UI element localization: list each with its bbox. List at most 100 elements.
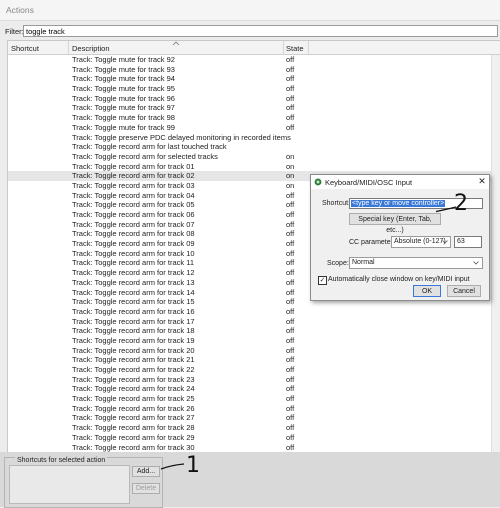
column-header-state[interactable]: State: [286, 44, 304, 53]
row-description: Track: Toggle preserve PDC delayed monit…: [72, 132, 291, 142]
auto-close-label: Automatically close window on key/MIDI i…: [328, 276, 470, 283]
row-description: Track: Toggle record arm for track 15: [72, 297, 195, 307]
cc-mode-select[interactable]: Absolute (0-127): [391, 236, 451, 248]
add-shortcut-button[interactable]: Add...: [132, 466, 160, 477]
shortcut-label: Shortcut:: [322, 200, 351, 207]
row-state: off: [286, 268, 295, 278]
special-key-button[interactable]: Special key (Enter, Tab, etc...): [349, 213, 441, 234]
table-row[interactable]: Track: Toggle mute for track 96 off: [8, 94, 500, 104]
table-row[interactable]: Track: Toggle mute for track 92 off: [8, 55, 500, 65]
row-description: Track: Toggle record arm for track 16: [72, 306, 195, 316]
close-icon[interactable]: ✕: [477, 176, 487, 187]
row-description: Track: Toggle mute for track 93: [72, 64, 175, 74]
table-row[interactable]: Track: Toggle record arm for track 21 off: [8, 355, 500, 365]
table-row[interactable]: Track: Toggle record arm for track 17 off: [8, 317, 500, 327]
row-state: off: [286, 442, 295, 452]
auto-close-checkbox[interactable]: ✓: [318, 276, 327, 285]
scope-value: Normal: [352, 259, 375, 266]
dialog-title: Keyboard/MIDI/OSC Input: [325, 178, 413, 187]
scope-select[interactable]: Normal: [349, 257, 483, 269]
table-row[interactable]: Track: Toggle record arm for track 27 off: [8, 413, 500, 423]
row-state: off: [286, 316, 295, 326]
table-row[interactable]: Track: Toggle record arm for last touche…: [8, 142, 500, 152]
table-row[interactable]: Track: Toggle record arm for track 23 off: [8, 375, 500, 385]
row-description: Track: Toggle record arm for track 24: [72, 384, 195, 394]
row-state: off: [286, 365, 295, 374]
row-description: Track: Toggle record arm for track 08: [72, 229, 195, 239]
table-row[interactable]: Track: Toggle record arm for selected tr…: [8, 152, 500, 162]
row-state: off: [286, 200, 295, 210]
row-state: off: [286, 64, 295, 74]
row-state: off: [286, 239, 295, 249]
table-row[interactable]: Track: Toggle record arm for track 18 off: [8, 326, 500, 336]
row-state: off: [286, 74, 295, 84]
table-row[interactable]: Track: Toggle mute for track 98 off: [8, 113, 500, 123]
row-description: Track: Toggle record arm for track 26: [72, 403, 195, 413]
cc-parameter-label: CC parameter:: [349, 239, 395, 246]
row-description: Track: Toggle record arm for track 28: [72, 423, 195, 433]
row-description: Track: Toggle record arm for track 11: [72, 258, 194, 268]
row-state: off: [286, 55, 295, 64]
table-row[interactable]: Track: Toggle record arm for track 30 off: [8, 443, 500, 453]
row-description: Track: Toggle record arm for track 05: [72, 200, 195, 210]
row-description: Track: Toggle mute for track 96: [72, 93, 175, 103]
table-row[interactable]: Track: Toggle mute for track 93 off: [8, 65, 500, 75]
chevron-down-icon: [442, 240, 448, 244]
column-header-shortcut[interactable]: Shortcut: [11, 44, 39, 53]
row-state: off: [286, 229, 295, 239]
row-state: off: [286, 335, 295, 345]
table-row[interactable]: Track: Toggle record arm for track 24 off: [8, 384, 500, 394]
table-row[interactable]: Track: Toggle mute for track 97 off: [8, 103, 500, 113]
row-state: off: [286, 306, 295, 316]
row-description: Track: Toggle record arm for track 19: [72, 335, 195, 345]
row-state: off: [286, 423, 295, 433]
column-separator[interactable]: [68, 41, 69, 54]
table-row[interactable]: Track: Toggle record arm for track 16 off: [8, 307, 500, 317]
cancel-button[interactable]: Cancel: [447, 285, 481, 297]
row-state: off: [286, 190, 295, 200]
list-scrollbar[interactable]: [491, 55, 500, 452]
table-row[interactable]: Track: Toggle record arm for track 28 off: [8, 423, 500, 433]
annotation-mark-1: 1: [160, 453, 200, 477]
row-description: Track: Toggle record arm for track 01: [72, 161, 195, 171]
annotation-number-1: 1: [186, 453, 200, 477]
scope-label: Scope:: [327, 260, 349, 267]
column-separator[interactable]: [308, 41, 309, 54]
table-row[interactable]: Track: Toggle record arm for track 25 off: [8, 394, 500, 404]
row-state: off: [286, 413, 295, 423]
row-description: Track: Toggle record arm for track 25: [72, 394, 195, 404]
filter-input[interactable]: [23, 25, 498, 37]
row-description: Track: Toggle mute for track 92: [72, 55, 175, 64]
dialog-titlebar: Keyboard/MIDI/OSC Input ✕: [311, 175, 489, 189]
table-row[interactable]: Track: Toggle record arm for track 22 off: [8, 365, 500, 375]
table-row[interactable]: Track: Toggle record arm for track 01 on: [8, 162, 500, 172]
delete-shortcut-button[interactable]: Delete: [132, 483, 160, 494]
row-state: off: [286, 287, 295, 297]
row-state: on: [286, 161, 295, 171]
row-description: Track: Toggle mute for track 98: [72, 113, 175, 123]
row-state: off: [286, 84, 295, 94]
row-state: off: [286, 248, 295, 258]
table-row[interactable]: Track: Toggle mute for track 94 off: [8, 74, 500, 84]
table-row[interactable]: Track: Toggle mute for track 95 off: [8, 84, 500, 94]
table-row[interactable]: Track: Toggle record arm for track 26 off: [8, 404, 500, 414]
table-row[interactable]: Track: Toggle record arm for track 20 off: [8, 346, 500, 356]
shortcut-field-text: <type key or move controller>: [351, 200, 446, 207]
shortcuts-listbox[interactable]: [9, 465, 130, 504]
table-row[interactable]: Track: Toggle record arm for track 29 off: [8, 433, 500, 443]
row-description: Track: Toggle record arm for track 23: [72, 374, 195, 384]
row-state: off: [286, 394, 295, 404]
annotation-number-2: 2: [454, 191, 468, 216]
table-row[interactable]: Track: Toggle mute for track 99 off: [8, 123, 500, 133]
row-description: Track: Toggle record arm for track 27: [72, 413, 195, 423]
row-state: off: [286, 219, 295, 229]
table-row[interactable]: Track: Toggle record arm for track 19 off: [8, 336, 500, 346]
row-description: Track: Toggle record arm for track 22: [72, 365, 195, 374]
ok-button[interactable]: OK: [413, 285, 441, 297]
row-state: off: [286, 258, 295, 268]
row-state: off: [286, 93, 295, 103]
column-separator[interactable]: [283, 41, 284, 54]
table-row[interactable]: Track: Toggle preserve PDC delayed monit…: [8, 133, 500, 143]
column-header-description[interactable]: Description: [72, 44, 110, 53]
cc-value-field[interactable]: 63: [454, 236, 482, 248]
